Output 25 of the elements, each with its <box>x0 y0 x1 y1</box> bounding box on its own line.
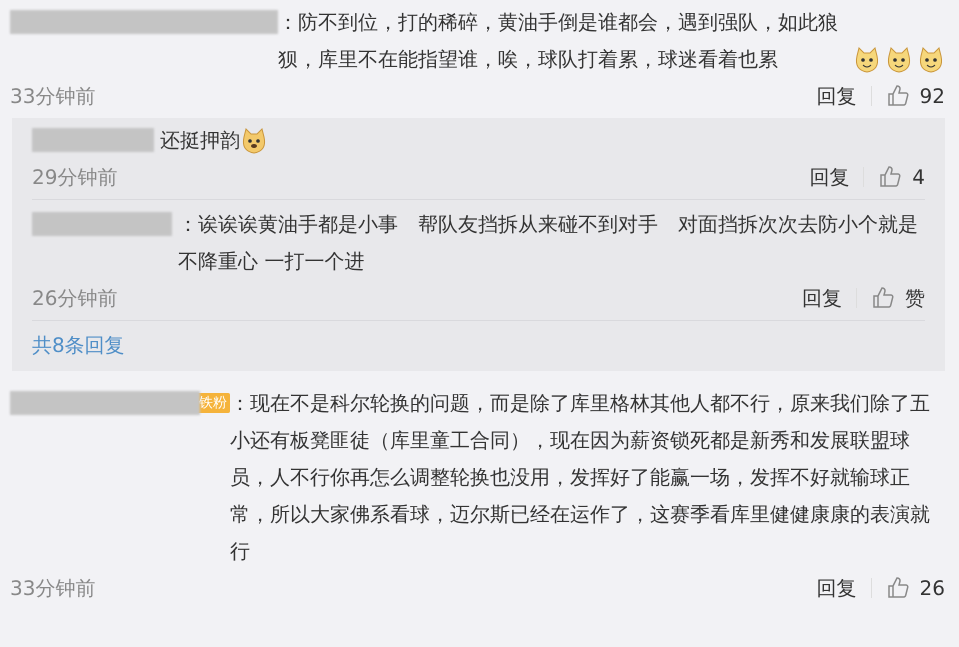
comment-text: ：防不到位，打的稀碎，黄油手倒是谁都会，遇到强队，如此狼狈，库里不在能指望谁，唉，球队打着累，球迷看着也累 <box>278 9 839 73</box>
reply-text: 还挺押韵 <box>160 127 240 154</box>
reply-link[interactable]: 回复 <box>816 574 857 602</box>
like-count[interactable]: 赞 <box>905 284 925 312</box>
cat-face-icon <box>885 46 913 74</box>
timestamp: 26分钟前 <box>32 284 118 312</box>
thumbs-up-icon[interactable] <box>878 165 902 189</box>
reply-text: ：诶诶诶黄油手都是小事 帮队友挡拆从来碰不到对手 对面挡拆次次去防小个就是不降重心 一打一个进 <box>178 211 919 275</box>
thumbs-up-icon[interactable] <box>886 576 910 600</box>
reply-link[interactable]: 回复 <box>809 164 850 190</box>
timestamp: 29分钟前 <box>32 164 118 190</box>
cat-face-icon <box>917 46 945 74</box>
reply-link[interactable]: 回复 <box>816 82 857 110</box>
timestamp: 33分钟前 <box>10 82 96 110</box>
cat-face-icon <box>853 46 881 74</box>
comment-text: ：现在不是科尔轮换的问题，而是除了库里格林其他人都不行，原来我们除了五小还有板凳匪徒（库里童工合同），现在因为薪资锁死都是新秀和发展联盟球员，人不行你再怎么调整轮换也没用，发挥好了能赢一场，发挥不好就输球正常，所以大家佛系看球，迈尔斯已经在运作了，这赛季看库里健健康康的表演就行 <box>230 390 931 565</box>
like-count[interactable]: 4 <box>912 165 925 189</box>
dog-face-icon <box>240 126 268 154</box>
thumbs-up-icon[interactable] <box>886 84 910 108</box>
fan-badge: 铁粉 <box>196 393 230 413</box>
like-count[interactable]: 92 <box>920 84 945 108</box>
reply-link[interactable]: 回复 <box>802 284 842 312</box>
like-count[interactable]: 26 <box>920 576 945 600</box>
timestamp: 33分钟前 <box>10 574 96 602</box>
thumbs-up-icon[interactable] <box>871 286 895 310</box>
